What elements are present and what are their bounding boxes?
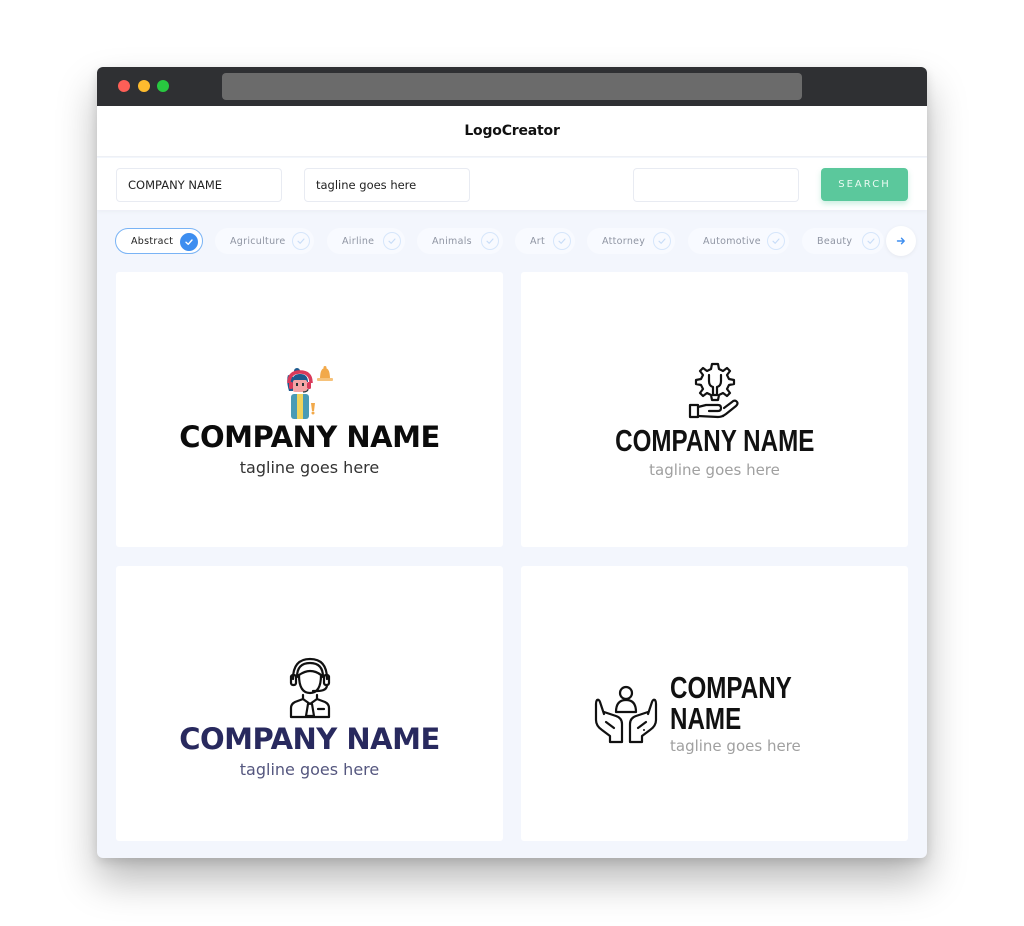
check-icon (292, 232, 310, 250)
app-title: LogoCreator (464, 123, 560, 139)
next-categories-button[interactable] (886, 226, 916, 256)
check-icon (383, 232, 401, 250)
tagline-text: tagline goes here (670, 737, 801, 755)
company-name-input[interactable]: COMPANY NAME (116, 168, 282, 202)
category-label: Agriculture (230, 235, 286, 247)
arrow-right-icon (896, 237, 905, 245)
category-label: Animals (432, 235, 472, 247)
browser-titlebar (97, 67, 927, 106)
category-chip-abstract[interactable]: Abstract (115, 228, 203, 254)
search-bar: COMPANY NAME tagline goes here SEARCH (97, 158, 927, 210)
address-bar[interactable] (222, 73, 802, 100)
category-chip-automotive[interactable]: Automotive (688, 228, 789, 254)
check-icon (481, 232, 499, 250)
category-chip-beauty[interactable]: Beauty (802, 228, 884, 254)
tagline-input[interactable]: tagline goes here (304, 168, 470, 202)
check-icon (653, 232, 671, 250)
customer-support-girl-bell-icon (286, 366, 333, 419)
headset-operator-icon (289, 657, 330, 719)
category-filter-bar: Abstract Agriculture Airline Animals Art (115, 226, 916, 256)
keyword-input[interactable] (633, 168, 799, 202)
minimize-window-button[interactable] (138, 80, 150, 92)
category-chip-airline[interactable]: Airline (327, 228, 405, 254)
company-name-text: COMPANY NAME (614, 423, 815, 458)
category-label: Automotive (703, 235, 761, 247)
company-name-text: COMPANY NAME (179, 722, 440, 756)
logo-card[interactable]: COMPANY NAME tagline goes here (116, 566, 503, 841)
category-label: Beauty (817, 235, 853, 247)
category-chip-attorney[interactable]: Attorney (587, 228, 675, 254)
logo-card[interactable]: COMPANY NAME tagline goes here (116, 272, 503, 547)
company-name-text: COMPANY NAME (179, 420, 440, 454)
search-button[interactable]: SEARCH (821, 168, 908, 201)
maximize-window-button[interactable] (157, 80, 169, 92)
category-label: Abstract (131, 235, 174, 247)
category-chip-animals[interactable]: Animals (417, 228, 503, 254)
logo-card[interactable]: COMPANY NAME tagline goes here (521, 566, 908, 841)
company-name-text: COMPANY NAME (670, 670, 792, 736)
app-header: LogoCreator (97, 106, 927, 157)
logo-card[interactable]: COMPANY NAME tagline goes here (521, 272, 908, 547)
check-icon (767, 232, 785, 250)
category-chip-art[interactable]: Art (515, 228, 575, 254)
tagline-text: tagline goes here (649, 461, 780, 479)
tagline-text: tagline goes here (239, 458, 380, 477)
browser-window: LogoCreator COMPANY NAME tagline goes he… (97, 67, 927, 858)
hands-holding-person-icon (594, 685, 658, 743)
category-chip-agriculture[interactable]: Agriculture (215, 228, 314, 254)
hand-gear-wrench-icon (688, 362, 739, 419)
check-icon (180, 233, 198, 251)
category-label: Airline (342, 235, 375, 247)
category-label: Attorney (602, 235, 646, 247)
tagline-text: tagline goes here (239, 760, 380, 779)
check-icon (553, 232, 571, 250)
category-label: Art (530, 235, 546, 247)
check-icon (862, 232, 880, 250)
close-window-button[interactable] (118, 80, 130, 92)
